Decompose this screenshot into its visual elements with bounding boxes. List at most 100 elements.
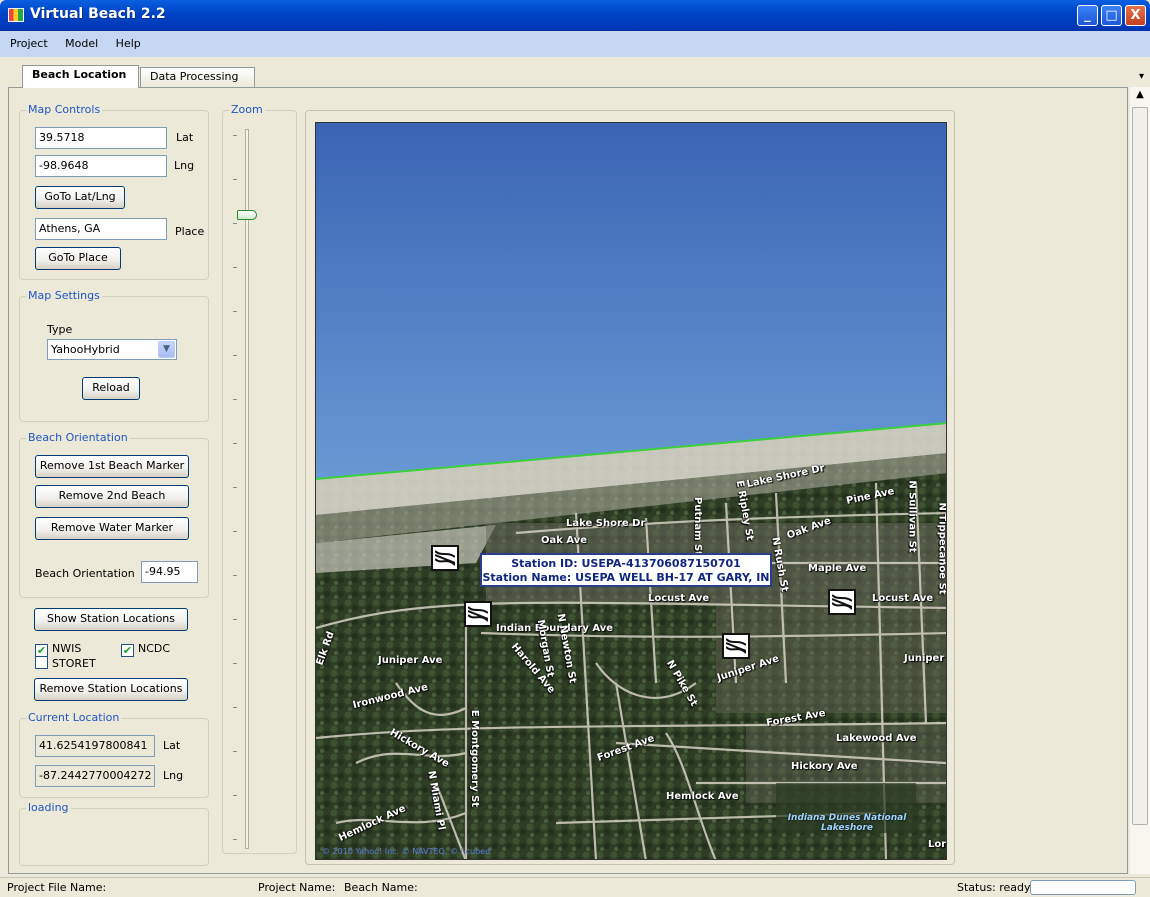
station-icon	[468, 606, 488, 622]
zoom-tick	[233, 839, 237, 840]
current-lat-label: Lat	[163, 739, 181, 752]
station-icon	[726, 638, 746, 654]
loading-legend: loading	[26, 801, 71, 814]
checkbox-empty	[35, 656, 48, 669]
scrollbar-thumb[interactable]	[1132, 107, 1148, 825]
map-view[interactable]: Lake Shore Dr Lake Shore Dr Oak Ave Oak …	[315, 122, 947, 860]
zoom-tick	[233, 223, 237, 224]
close-button[interactable]: X	[1125, 5, 1146, 26]
street-label: Lake Shore Dr	[566, 518, 646, 529]
current-lng-value: -87.2442770004272	[35, 765, 155, 787]
park-label: Indiana Dunes National Lakeshore	[787, 813, 907, 833]
show-station-locations-button[interactable]: Show Station Locations	[34, 608, 188, 631]
map-settings-legend: Map Settings	[26, 289, 102, 302]
zoom-tick	[233, 355, 237, 356]
scroll-up-icon[interactable]: ▲	[1132, 89, 1148, 100]
project-file-name-label: Project File Name:	[7, 881, 107, 894]
storet-checkbox[interactable]: STORET	[35, 656, 96, 670]
place-input[interactable]: Athens, GA	[35, 218, 167, 240]
street-label: Hickory Ave	[791, 761, 858, 772]
map-settings-group: Map Settings Type YahooHybrid ▼ Reload	[19, 289, 209, 422]
chevron-down-icon[interactable]: ▼	[158, 341, 175, 358]
zoom-slider-thumb[interactable]	[237, 210, 257, 221]
street-label: Maple Ave	[808, 563, 867, 574]
station-marker[interactable]	[464, 601, 492, 627]
beach-location-panel: Map Controls 39.5718 Lat -98.9648 Lng Go…	[8, 87, 1128, 874]
street-label: N Sullivan St	[906, 480, 918, 553]
storet-label: STORET	[52, 657, 96, 670]
tab-dropdown-icon[interactable]: ▾	[1139, 71, 1144, 82]
street-label: Putnam St	[691, 497, 703, 556]
tab-strip: Beach Location Data Processing ▾	[0, 57, 1150, 88]
beach-name-label: Beach Name:	[344, 881, 418, 894]
goto-latlng-button[interactable]: GoTo Lat/Lng	[35, 186, 125, 209]
lng-label: Lng	[174, 159, 195, 172]
zoom-tick	[233, 575, 237, 576]
menu-model[interactable]: Model	[58, 31, 105, 57]
zoom-tick	[233, 795, 237, 796]
zoom-tick	[233, 135, 237, 136]
menu-project[interactable]: Project	[3, 31, 55, 57]
station-icon	[832, 594, 852, 610]
tab-beach-location[interactable]: Beach Location	[22, 65, 139, 88]
zoom-tick	[233, 619, 237, 620]
station-marker[interactable]	[431, 545, 459, 571]
beach-orientation-input[interactable]: -94.95	[141, 561, 198, 583]
remove-first-beach-marker-button[interactable]: Remove 1st Beach Marker	[35, 455, 189, 478]
current-lng-label: Lng	[163, 769, 184, 782]
street-label: Locust Ave	[648, 593, 710, 604]
map-copyright: © 2010 Yahoo! Inc. © NAVTEQ, © i-cubed	[322, 847, 491, 856]
progress-bar	[1030, 880, 1136, 895]
title-bar: Virtual Beach 2.2 _ □ X	[0, 0, 1150, 31]
zoom-slider-track[interactable]	[245, 129, 249, 849]
status-text: Status: ready	[957, 881, 1031, 894]
lng-input[interactable]: -98.9648	[35, 155, 167, 177]
beach-orientation-label: Beach Orientation	[35, 567, 135, 580]
street-label: N Tippecanoe St	[936, 502, 947, 595]
lat-input[interactable]: 39.5718	[35, 127, 167, 149]
station-name-text: Station Name: USEPA WELL BH-17 AT GARY, …	[482, 571, 770, 584]
remove-water-marker-button[interactable]: Remove Water Marker	[35, 517, 189, 540]
tab-data-processing[interactable]: Data Processing	[140, 67, 255, 87]
current-lat-value: 41.6254197800841	[35, 735, 155, 757]
remove-station-locations-button[interactable]: Remove Station Locations	[34, 678, 188, 701]
zoom-tick	[233, 663, 237, 664]
zoom-tick	[233, 311, 237, 312]
app-icon	[8, 8, 24, 22]
place-label: Place	[175, 225, 205, 238]
zoom-tick	[233, 707, 237, 708]
loading-group: loading	[19, 801, 209, 866]
remove-second-beach-button[interactable]: Remove 2nd Beach	[35, 485, 189, 508]
ncdc-label: NCDC	[138, 642, 171, 655]
street-label: Indian Boundary Ave	[496, 623, 614, 634]
street-label: Lori	[928, 839, 947, 850]
lat-label: Lat	[176, 131, 194, 144]
station-icon	[435, 550, 455, 566]
zoom-tick	[233, 487, 237, 488]
zoom-tick	[233, 267, 237, 268]
nwis-label: NWIS	[52, 642, 82, 655]
street-label: Oak Ave	[541, 535, 588, 546]
reload-button[interactable]: Reload	[82, 377, 140, 400]
zoom-tick	[233, 531, 237, 532]
maximize-button[interactable]: □	[1101, 5, 1122, 26]
window-title: Virtual Beach 2.2	[30, 6, 166, 22]
nwis-checkbox[interactable]: ✔ NWIS	[35, 642, 81, 657]
map-type-select[interactable]: YahooHybrid ▼	[47, 339, 177, 360]
minimize-button[interactable]: _	[1077, 5, 1098, 26]
zoom-group: Zoom	[222, 103, 297, 854]
menu-help[interactable]: Help	[109, 31, 148, 57]
station-marker[interactable]	[828, 589, 856, 615]
goto-place-button[interactable]: GoTo Place	[35, 247, 121, 270]
ncdc-checkbox[interactable]: ✔ NCDC	[121, 642, 170, 657]
street-label: Locust Ave	[872, 593, 934, 604]
street-label: E Montgomery St	[469, 709, 481, 808]
station-marker[interactable]	[722, 633, 750, 659]
status-bar: Project File Name: Project Name: Beach N…	[0, 877, 1150, 897]
map-controls-legend: Map Controls	[26, 103, 103, 116]
menu-bar: Project Model Help	[0, 31, 1150, 57]
vertical-scrollbar[interactable]: ▲	[1130, 87, 1150, 874]
type-label: Type	[47, 323, 73, 336]
zoom-tick	[233, 751, 237, 752]
current-location-legend: Current Location	[26, 711, 122, 724]
